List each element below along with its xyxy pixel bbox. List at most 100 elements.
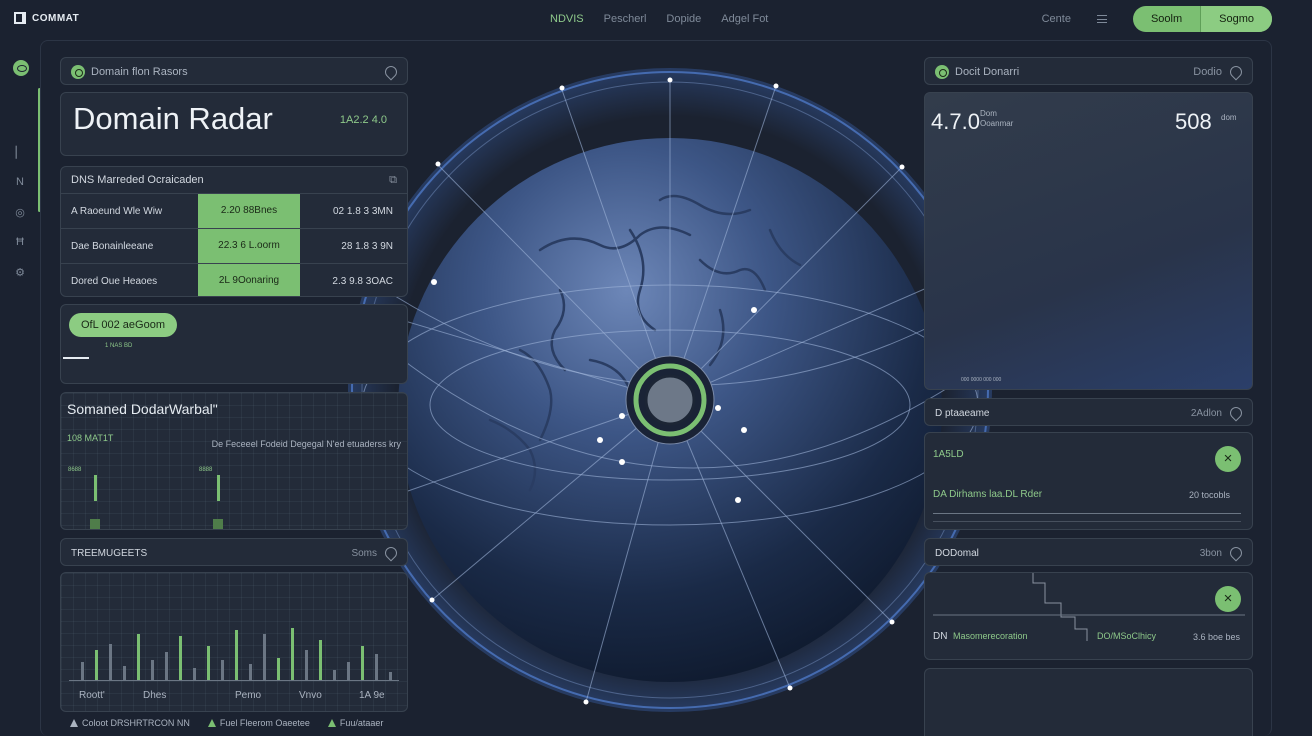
nav-item-pescherl[interactable]: Pescherl xyxy=(604,13,647,25)
menu-icon[interactable] xyxy=(1096,15,1107,23)
center-link[interactable]: Cente xyxy=(1042,13,1071,25)
trend-bar xyxy=(165,652,168,680)
favorite-icon[interactable] xyxy=(382,63,400,81)
status-dot-icon xyxy=(935,65,949,79)
status-label: DA Dirhams laa.DL Rder xyxy=(933,489,1043,500)
subheader: D ptaaeame 2Adlon xyxy=(925,399,1252,427)
stats-panel: 4.7.0 Dom Ooanmar 508 dom 000 0000 000 0… xyxy=(924,92,1253,390)
app-logo[interactable]: COMMAT xyxy=(14,12,79,24)
row-value: 22.3 6 L.oorm xyxy=(198,229,300,263)
nav-item-adgel-fot[interactable]: Adgel Fot xyxy=(721,13,768,25)
bottom-panel xyxy=(924,668,1253,736)
row-name: Dored Oue Heaoes xyxy=(71,276,158,287)
mini-chart-title: Somaned DodarWarbal" xyxy=(67,401,218,417)
subheader-panel: D ptaaeame 2Adlon xyxy=(924,398,1253,426)
mini-bar-base xyxy=(90,519,100,529)
close-icon[interactable]: × xyxy=(1215,586,1241,612)
trend-bar xyxy=(319,640,322,680)
nav-item-dopide[interactable]: Dopide xyxy=(666,13,701,25)
top-nav: NDVIS Pescherl Dopide Adgel Fot xyxy=(550,13,768,25)
legend-item[interactable]: Fuel Fleerom Oaeetee xyxy=(207,718,310,728)
legend-item[interactable]: Fuu/ataaer xyxy=(327,718,383,728)
legend-label: Coloot DRSHRTRCON NN xyxy=(82,718,190,728)
status-pill-button[interactable]: OfL 002 aeGoom xyxy=(69,313,177,337)
table-row[interactable]: Dae Bonainleeane 22.3 6 L.oorm 28 1.8 3 … xyxy=(61,228,407,263)
gear-icon[interactable]: ⚙ xyxy=(14,266,26,279)
trend-bar xyxy=(361,646,364,680)
sidebar: ▏ Ν ◎ Ħ ⚙ xyxy=(0,38,41,736)
chart-baseline xyxy=(69,680,399,681)
legend-label: Fuel Fleerom Oaeetee xyxy=(219,718,310,728)
login-button[interactable]: Soolm xyxy=(1133,6,1200,32)
trends-header: TREEMUGEETS Soms xyxy=(61,539,407,567)
pill-panel: OfL 002 aeGoom 1 NAS BD xyxy=(60,304,408,384)
nav-item-ndvis[interactable]: NDVIS xyxy=(550,13,584,25)
mini-chart-left-label: 108 MAT1T xyxy=(67,433,114,443)
micro-label: 8888 xyxy=(199,467,213,473)
stat-primary: 4.7.0 xyxy=(931,109,980,134)
domain-header: Domain flon Rasors xyxy=(61,58,407,86)
subheader-right: 2Adlon xyxy=(1190,407,1222,419)
trend-bar xyxy=(109,644,112,680)
row-value: 2L 9Oonaring xyxy=(198,264,300,296)
step-line xyxy=(1032,573,1088,641)
row-name: A Raoeund Wle Wiw xyxy=(71,206,163,217)
micro-label: 8688 xyxy=(68,467,82,473)
table-row[interactable]: Dored Oue Heaoes 2L 9Oonaring 2.3 9.8 3O… xyxy=(61,263,407,296)
subheader-actions: 2Adlon xyxy=(1190,404,1245,422)
row-value: 2.20 88Bnes xyxy=(198,194,300,228)
axis-label: Dhes xyxy=(143,690,167,701)
favorite-icon[interactable] xyxy=(1227,63,1245,81)
stat-primary-sub: Dom xyxy=(980,109,997,118)
subheader-label: D ptaaeame xyxy=(935,407,990,419)
logo-icon[interactable] xyxy=(13,60,29,76)
stat-footnote: 000 0000 000 000 xyxy=(961,377,1002,383)
trend-bar xyxy=(249,664,252,680)
mini-bar-base xyxy=(213,519,223,529)
table-row[interactable]: A Raoeund Wle Wiw 2.20 88Bnes 02 1.8 3 3… xyxy=(61,193,407,228)
h-icon[interactable]: Ħ xyxy=(14,236,26,248)
favorite-icon[interactable] xyxy=(1227,544,1245,562)
signup-button[interactable]: Sogmo xyxy=(1200,6,1272,32)
trend-bar xyxy=(179,636,182,680)
mini-chart-panel: Somaned DodarWarbal" 108 MAT1T De Feceee… xyxy=(60,392,408,530)
trend-bar xyxy=(263,634,266,680)
trend-bar xyxy=(81,662,84,680)
progress-line xyxy=(933,521,1241,522)
trend-bar xyxy=(389,672,392,680)
legend: Coloot DRSHRTRCON NN Fuel Fleerom Oaeete… xyxy=(70,718,383,728)
trends-header-panel: TREEMUGEETS Soms xyxy=(60,538,408,566)
app-name: COMMAT xyxy=(32,12,80,24)
trend-bar xyxy=(347,662,350,680)
dns-header: DNS Marreded Ocraicaden ⧉ xyxy=(61,167,407,193)
axis-label: 1A 9e xyxy=(359,690,385,701)
logo-icon xyxy=(14,12,26,24)
axis-label: Vnvo xyxy=(299,690,322,701)
axis-label: Roott' xyxy=(79,690,105,701)
mini-bar xyxy=(217,475,220,501)
trend-bar xyxy=(137,634,140,680)
right-header-actions: Dodio xyxy=(1193,63,1245,81)
subheader-2-actions: 3bon xyxy=(1200,544,1245,562)
status-value: 1A5LD xyxy=(933,449,964,460)
progress-line xyxy=(933,513,1241,514)
shield-icon[interactable]: ◎ xyxy=(14,206,26,219)
status-dot-icon xyxy=(71,65,85,79)
status-label-1: DN xyxy=(933,631,948,642)
stat-secondary: 508 xyxy=(1175,109,1212,134)
favorite-icon[interactable] xyxy=(382,544,400,562)
favorite-icon[interactable] xyxy=(1227,404,1245,422)
globe-visualization[interactable] xyxy=(340,60,1000,720)
trend-bar xyxy=(235,630,238,680)
close-icon[interactable]: × xyxy=(1215,446,1241,472)
title-panel: Domain Radar 1A2.2 4.0 xyxy=(60,92,408,156)
right-header-panel: Docit Donarri Dodio xyxy=(924,57,1253,85)
domain-header-label: Domain flon Rasors xyxy=(91,66,188,78)
legend-item[interactable]: Coloot DRSHRTRCON NN xyxy=(70,718,190,728)
dns-panel: DNS Marreded Ocraicaden ⧉ A Raoeund Wle … xyxy=(60,166,408,297)
line-icon[interactable]: ▏ xyxy=(14,146,26,159)
status-label-3: DO/MSoClhicy xyxy=(1097,631,1157,641)
trends-header-right: Soms xyxy=(351,547,377,559)
external-link-icon[interactable]: ⧉ xyxy=(389,174,397,187)
n-icon[interactable]: Ν xyxy=(14,176,26,188)
